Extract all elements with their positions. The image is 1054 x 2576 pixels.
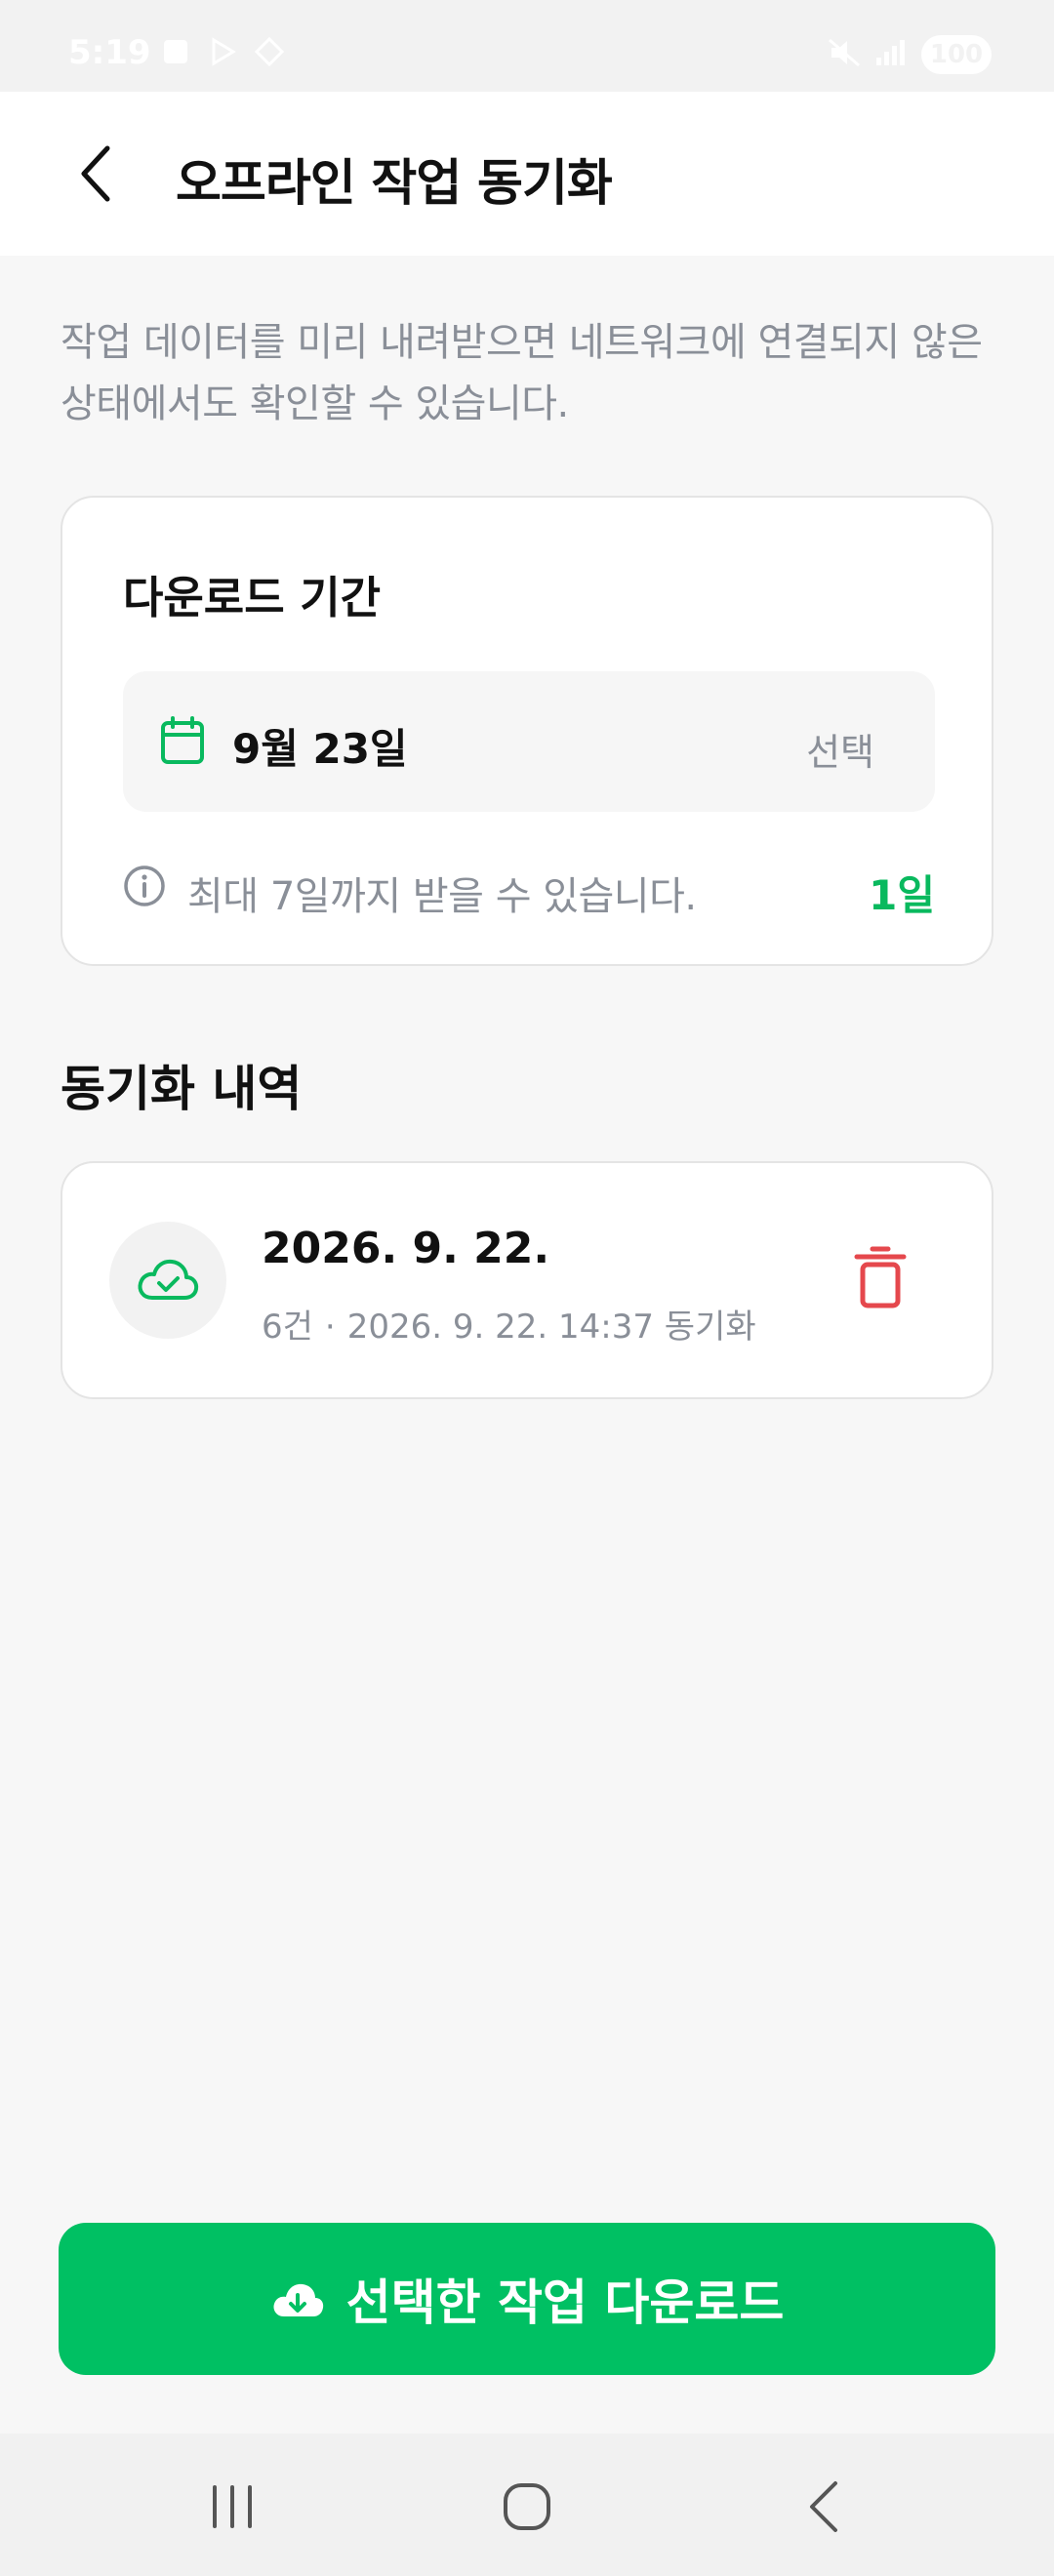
cloud-download-icon: [273, 2283, 323, 2316]
page-description: 작업 데이터를 미리 내려받으면 네트워크에 연결되지 않은 상태에서도 확인할…: [61, 320, 983, 426]
recent-apps-icon: [213, 2485, 252, 2528]
system-back-button[interactable]: [785, 2473, 863, 2541]
download-period-title: 다운로드 기간: [123, 572, 382, 624]
sync-date: 2026. 9. 22.: [262, 1224, 550, 1273]
info-row: 최대 7일까지 받을 수 있습니다. 1일: [123, 851, 935, 919]
battery-indicator: 100: [921, 35, 992, 74]
sync-meta: 6건 · 2026. 9. 22. 14:37 동기화: [262, 1300, 756, 1348]
app-header: 오프라인 작업 동기화: [0, 92, 1054, 256]
recent-apps-button[interactable]: [193, 2473, 271, 2541]
select-date-button[interactable]: 선택: [806, 722, 874, 776]
date-picker-field[interactable]: 9월 23일 선택: [123, 671, 935, 812]
status-time: 5:19: [68, 33, 151, 72]
mute-icon: [828, 38, 861, 71]
chevron-left-icon: [81, 145, 110, 202]
sync-history-title: 동기화 내역: [61, 1061, 303, 1117]
cloud-check-icon: [138, 1259, 199, 1300]
notification-icon: [161, 37, 190, 66]
back-icon: [810, 2481, 837, 2532]
meta-separator: ·: [324, 1308, 336, 1347]
system-nav-bar: [0, 2434, 1054, 2576]
page-title: 오프라인 작업 동기화: [176, 155, 613, 213]
back-button[interactable]: [64, 142, 127, 205]
download-button-label: 선택한 작업 다운로드: [345, 2274, 785, 2331]
max-days-info: 최대 7일까지 받을 수 있습니다.: [187, 874, 697, 919]
selected-date: 9월 23일: [232, 725, 408, 773]
home-button[interactable]: [488, 2473, 566, 2541]
sync-count: 6건: [262, 1308, 313, 1347]
selected-days-count: 1일: [869, 871, 935, 919]
status-bar: 5:19 100: [0, 0, 1054, 92]
delete-sync-button[interactable]: [853, 1245, 908, 1311]
sync-status-avatar: [109, 1222, 226, 1339]
play-icon: [208, 37, 237, 66]
trash-icon: [854, 1246, 907, 1308]
status-notification-icons: [161, 36, 285, 67]
signal-icon: [874, 38, 908, 71]
download-selected-button[interactable]: 선택한 작업 다운로드: [59, 2223, 995, 2375]
sync-history-item[interactable]: 2026. 9. 22. 6건 · 2026. 9. 22. 14:37 동기화: [61, 1161, 993, 1399]
home-icon: [504, 2483, 550, 2530]
download-period-card: 다운로드 기간 9월 23일 선택 최대 7일까지 받을 수 있습니다. 1일: [61, 496, 993, 966]
sync-timestamp: 2026. 9. 22. 14:37 동기화: [346, 1308, 756, 1347]
status-system-icons: 100: [828, 35, 992, 74]
info-icon: [124, 865, 165, 906]
diamond-icon: [254, 36, 285, 67]
calendar-icon: [161, 716, 204, 764]
